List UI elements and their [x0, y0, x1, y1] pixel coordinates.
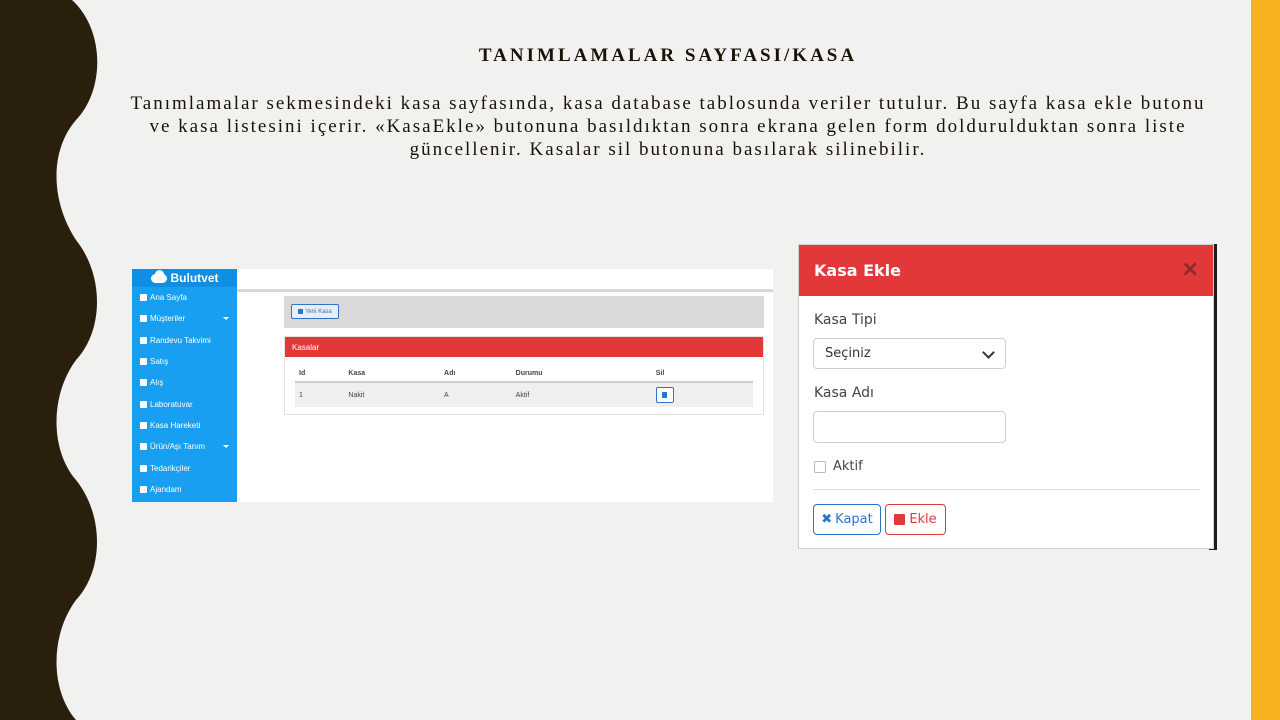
- cell-durumu: Aktif: [511, 382, 652, 407]
- slide-title: TANIMLAMALAR SAYFASI/KASA: [478, 45, 858, 66]
- kasalar-card: Kasalar Id Kasa Adı Durumu Sil 1 Nakit A…: [284, 336, 764, 415]
- cell-id: 1: [295, 382, 345, 407]
- kapat-label: Kapat: [835, 512, 873, 527]
- sidebar-item-ajandam[interactable]: Ajandam: [132, 479, 237, 500]
- home-icon: [140, 294, 147, 302]
- close-icon: ✖: [821, 512, 833, 527]
- sidebar-nav: Ana Sayfa Müşteriler Randevu Takvimi Sat…: [132, 287, 237, 500]
- sitemap-icon: [140, 443, 147, 451]
- sidebar-item-tedarikciler[interactable]: Tedarikçiler: [132, 457, 237, 478]
- ekle-button[interactable]: Ekle: [885, 504, 946, 535]
- calendar-icon: [140, 336, 147, 344]
- cell-sil: [651, 382, 753, 407]
- divider: [813, 489, 1199, 490]
- ekle-label: Ekle: [909, 512, 937, 527]
- save-icon: [894, 514, 906, 525]
- chevron-down-icon: [982, 346, 995, 359]
- decorative-wave: [0, 0, 98, 720]
- sidebar: Bulutvet Ana Sayfa Müşteriler Randevu Ta…: [132, 269, 237, 502]
- cloud-icon: [150, 269, 167, 283]
- sidebar-item-satis[interactable]: Satış: [132, 351, 237, 372]
- brand-name: Bulutvet: [170, 271, 219, 285]
- sidebar-item-label: Kasa Hareketi: [150, 420, 201, 430]
- sidebar-item-label: Randevu Takvimi: [150, 335, 211, 345]
- cart-icon: [140, 358, 147, 366]
- sidebar-item-label: Laboratuvar: [150, 399, 193, 409]
- delete-button[interactable]: [655, 387, 674, 403]
- top-navbar: [237, 269, 773, 292]
- caret-down-icon: [223, 317, 229, 321]
- kasa-tipi-select[interactable]: Seçiniz: [813, 338, 1006, 369]
- column-header-kasa: Kasa: [344, 365, 441, 383]
- table-header-row: Id Kasa Adı Durumu Sil: [295, 365, 753, 383]
- cell-kasa: Nakit: [344, 382, 441, 407]
- kasalar-table: Id Kasa Adı Durumu Sil 1 Nakit A Aktif: [295, 365, 753, 407]
- sidebar-item-alis[interactable]: Alış: [132, 372, 237, 393]
- yeni-kasa-label: Yeni Kasa: [305, 308, 332, 315]
- sidebar-item-label: Ana Sayfa: [150, 293, 187, 303]
- yeni-kasa-button[interactable]: Yeni Kasa: [291, 304, 339, 319]
- accent-bar: [1251, 0, 1280, 720]
- column-header-sil: Sil: [651, 365, 753, 383]
- sidebar-item-label: Müşteriler: [150, 314, 186, 324]
- column-header-id: Id: [295, 365, 345, 383]
- caret-down-icon: [223, 445, 229, 449]
- truck-icon: [140, 379, 147, 387]
- table-row: 1 Nakit A Aktif: [295, 382, 753, 407]
- sidebar-item-label: Ürün/Aşı Tanım: [150, 442, 205, 452]
- sidebar-item-label: Tedarikçiler: [150, 463, 191, 473]
- kasa-adi-label: Kasa Adı: [814, 385, 874, 401]
- sidebar-item-urun-asi-tanim[interactable]: Ürün/Aşı Tanım: [132, 436, 237, 457]
- sidebar-item-label: Satış: [150, 357, 169, 367]
- save-icon: [298, 309, 304, 314]
- sidebar-item-label: Alış: [150, 378, 164, 388]
- close-icon[interactable]: ×: [1181, 258, 1199, 282]
- users-icon: [140, 315, 147, 323]
- column-header-adi: Adı: [440, 365, 512, 383]
- cell-adi: A: [440, 382, 512, 407]
- kasa-tipi-value: Seçiniz: [825, 346, 871, 361]
- aktif-label: Aktif: [833, 459, 863, 474]
- sidebar-item-laboratuvar[interactable]: Laboratuvar: [132, 393, 237, 414]
- kapat-button[interactable]: ✖ Kapat: [813, 504, 881, 535]
- sidebar-item-musteriler[interactable]: Müşteriler: [132, 308, 237, 329]
- sidebar-item-ana-sayfa[interactable]: Ana Sayfa: [132, 287, 237, 308]
- modal-title: Kasa Ekle: [814, 261, 901, 280]
- kasa-page-screenshot: Bulutvet Ana Sayfa Müşteriler Randevu Ta…: [132, 269, 773, 502]
- kasa-ekle-modal: Kasa Ekle × Kasa Tipi Seçiniz Kasa Adı A…: [798, 244, 1214, 549]
- modal-header: Kasa Ekle ×: [799, 245, 1213, 296]
- column-header-durumu: Durumu: [511, 365, 652, 383]
- money-icon: [140, 421, 147, 429]
- flask-icon: [140, 400, 147, 408]
- parachute-icon: [140, 464, 147, 472]
- aktif-checkbox[interactable]: [814, 461, 826, 473]
- kasa-adi-input[interactable]: [813, 411, 1006, 443]
- bell-icon: [140, 485, 147, 493]
- slide-description: Tanımlamalar sekmesindeki kasa sayfasınd…: [130, 93, 1206, 160]
- sidebar-item-kasa-hareketi[interactable]: Kasa Hareketi: [132, 415, 237, 436]
- sidebar-item-label: Ajandam: [150, 484, 182, 494]
- kasalar-card-title: Kasalar: [285, 337, 763, 357]
- sidebar-item-randevu-takvimi[interactable]: Randevu Takvimi: [132, 330, 237, 351]
- kasa-tipi-label: Kasa Tipi: [814, 312, 877, 328]
- brand[interactable]: Bulutvet: [132, 269, 237, 287]
- trash-icon: [662, 392, 668, 398]
- toolbar-panel: Yeni Kasa: [284, 296, 764, 328]
